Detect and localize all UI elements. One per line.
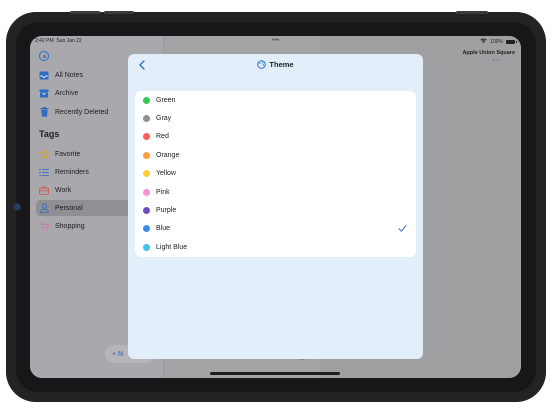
theme-name: Gray	[156, 115, 172, 123]
status-date: Sun Jan 22	[56, 38, 82, 44]
theme-row-purple[interactable]: Purple	[135, 201, 416, 219]
location-title: Apple Union Square	[462, 50, 515, 56]
theme-modal: Theme Green Gray Red Orange Yellow Pink	[128, 54, 423, 359]
color-swatch	[143, 96, 150, 104]
color-swatch	[143, 151, 150, 159]
theme-name: Pink	[156, 188, 170, 196]
sidebar-tag-shopping[interactable]: Shopping	[36, 218, 132, 234]
sidebar-tag-favorite[interactable]: Favorite	[36, 146, 132, 162]
sidebar-tag-reminders[interactable]: Reminders	[36, 164, 132, 180]
sidebar-item-label: Recently Deleted	[55, 108, 109, 116]
cart-icon	[39, 221, 49, 231]
sidebar-item-label: Personal	[55, 204, 83, 212]
sidebar-item-archive[interactable]: Archive	[36, 85, 132, 101]
theme-row-red[interactable]: Red	[135, 128, 416, 146]
checkmark-icon	[398, 224, 407, 232]
settings-gear-icon[interactable]	[39, 51, 49, 61]
color-swatch	[143, 133, 150, 141]
sidebar-item-all-notes[interactable]: All Notes	[36, 67, 132, 83]
sidebar-item-label: Reminders	[55, 168, 89, 176]
status-clock: 2:42 PM	[35, 38, 54, 44]
volume-button	[104, 11, 134, 14]
archive-icon	[39, 88, 49, 98]
list-icon	[39, 167, 49, 177]
person-icon	[39, 203, 49, 213]
theme-name: Purple	[156, 207, 177, 215]
theme-name: Green	[156, 96, 176, 104]
tray-icon	[39, 70, 49, 80]
tags-heading: Tags	[39, 129, 60, 139]
palette-icon	[257, 60, 267, 69]
color-swatch	[143, 207, 150, 215]
location-rating-icons: ★ ♥	[491, 57, 499, 62]
wifi-icon	[480, 38, 487, 45]
front-camera	[13, 203, 21, 211]
sidebar-item-label: Work	[55, 186, 72, 194]
status-time: 2:42 PM Sun Jan 22	[35, 38, 82, 44]
sidebar-tag-personal[interactable]: Personal	[36, 200, 132, 216]
theme-name: Orange	[156, 151, 180, 159]
sidebar-item-recently-deleted[interactable]: Recently Deleted	[36, 104, 132, 120]
theme-name: Light Blue	[156, 243, 188, 251]
sidebar-item-label: Shopping	[55, 222, 85, 230]
theme-name: Red	[156, 133, 169, 141]
theme-row-gray[interactable]: Gray	[135, 109, 416, 127]
battery-icon	[506, 39, 517, 44]
star-icon	[39, 149, 49, 159]
trash-icon	[39, 107, 49, 117]
theme-row-orange[interactable]: Orange	[135, 146, 416, 164]
volume-button	[70, 11, 100, 14]
color-swatch	[143, 115, 150, 123]
modal-header: Theme	[128, 54, 423, 78]
status-bar: 2:42 PM Sun Jan 22 100%	[30, 36, 521, 46]
theme-row-blue[interactable]: Blue	[135, 220, 416, 238]
power-button	[456, 11, 488, 14]
briefcase-icon	[39, 185, 49, 195]
theme-name: Yellow	[156, 170, 176, 178]
modal-title-text: Theme	[269, 60, 294, 69]
status-right: 100%	[480, 38, 517, 45]
theme-name: Blue	[156, 225, 171, 233]
theme-row-green[interactable]: Green	[135, 91, 416, 109]
color-swatch	[143, 225, 150, 233]
home-indicator[interactable]	[210, 372, 340, 375]
theme-row-pink[interactable]: Pink	[135, 183, 416, 201]
sidebar-item-label: All Notes	[55, 71, 84, 79]
theme-row-yellow[interactable]: Yellow	[135, 165, 416, 183]
modal-title: Theme	[128, 60, 423, 69]
theme-row-light-blue[interactable]: Light Blue	[135, 238, 416, 256]
color-swatch	[143, 243, 150, 251]
battery-percent: 100%	[490, 38, 503, 45]
color-swatch	[143, 170, 150, 178]
color-swatch	[143, 188, 150, 196]
sidebar-item-label: Archive	[55, 89, 79, 97]
theme-list: Green Gray Red Orange Yellow Pink Purple	[135, 91, 416, 257]
sidebar-item-label: Favorite	[55, 150, 81, 158]
sidebar-tag-work[interactable]: Work	[36, 182, 132, 198]
